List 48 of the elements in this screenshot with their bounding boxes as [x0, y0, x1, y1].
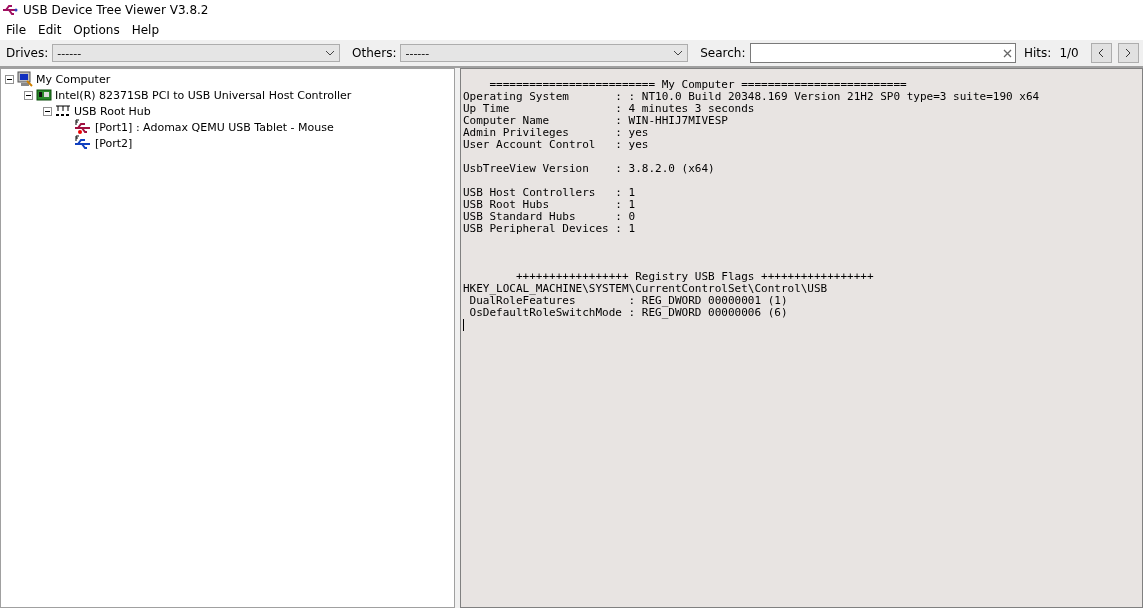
chevron-down-icon [673, 50, 684, 56]
hits-count: 1/0 [1059, 46, 1079, 60]
tree-item[interactable]: Intel(R) 82371SB PCI to USB Universal Host Controller [55, 88, 352, 102]
menu-item[interactable]: Edit [32, 23, 68, 37]
info-line: UsbTreeView Version : 3.8.2.0 (x64) [463, 163, 716, 175]
tree-item[interactable]: [Port2] [95, 136, 133, 150]
chevron-right-icon [1125, 48, 1132, 58]
root-hub-icon [55, 104, 71, 118]
others-dropdown[interactable]: ------ [400, 44, 689, 62]
chevron-left-icon [1098, 48, 1105, 58]
drives-label: Drives: [6, 46, 49, 60]
others-label: Others: [352, 46, 397, 60]
info-line: HKEY_LOCAL_MACHINE\SYSTEM\CurrentControlSet\Control\USB [463, 283, 829, 295]
hits-label: Hits: [1024, 46, 1052, 60]
menu-item[interactable]: Options [67, 23, 126, 37]
info-line: USB Root Hubs : 1 [463, 199, 637, 211]
info-line: OsDefaultRoleSwitchMode : REG_DWORD 00000006 (6) [468, 307, 789, 319]
usb-logo-icon [2, 3, 18, 17]
info-line: USB Host Controllers : 1 [463, 187, 637, 199]
info-line: Up Time : 4 minutes 3 seconds [463, 103, 756, 115]
search-field[interactable] [749, 43, 1016, 63]
computer-icon [17, 71, 33, 87]
drives-dropdown[interactable]: ------ [52, 44, 341, 62]
info-line: Operating System : : NT10.0 Build 20348.169 Version 21H2 SP0 type=3 suite=190 x64 [463, 91, 1041, 103]
collapse-icon[interactable] [43, 106, 52, 116]
section-heading: ========================= My Computer ========================= [488, 79, 908, 91]
search-label: Search: [700, 46, 746, 60]
info-line: USB Standard Hubs : 0 [463, 211, 637, 223]
collapse-icon[interactable] [24, 90, 33, 100]
info-line: Computer Name : WIN-HHIJ7MIVESP [463, 115, 729, 127]
window-title: USB Device Tree Viewer V3.8.2 [23, 3, 209, 17]
info-line: USB Peripheral Devices : 1 [463, 223, 637, 235]
info-line: User Account Control : yes [463, 139, 650, 151]
circuit-board-icon [36, 88, 52, 102]
section-heading: +++++++++++++++++ Registry USB Flags +++++++++++++++++ [514, 271, 875, 283]
tree-item[interactable]: [Port1] : Adomax QEMU USB Tablet - Mouse [95, 120, 334, 134]
info-line: DualRoleFeatures : REG_DWORD 00000001 (1) [469, 295, 788, 307]
usb-port-icon [74, 135, 92, 151]
tree-item[interactable]: My Computer [36, 72, 111, 86]
menu-item[interactable]: File [0, 23, 33, 37]
menu-item[interactable]: Help [125, 23, 165, 37]
text-cursor-icon [463, 319, 464, 331]
collapse-icon[interactable] [5, 74, 14, 84]
usb-device-icon [74, 119, 92, 135]
info-line: Admin Privileges : yes [463, 127, 650, 139]
clear-icon[interactable] [1003, 48, 1012, 58]
tree-item[interactable]: USB Root Hub [74, 104, 151, 118]
chevron-down-icon [325, 50, 336, 56]
